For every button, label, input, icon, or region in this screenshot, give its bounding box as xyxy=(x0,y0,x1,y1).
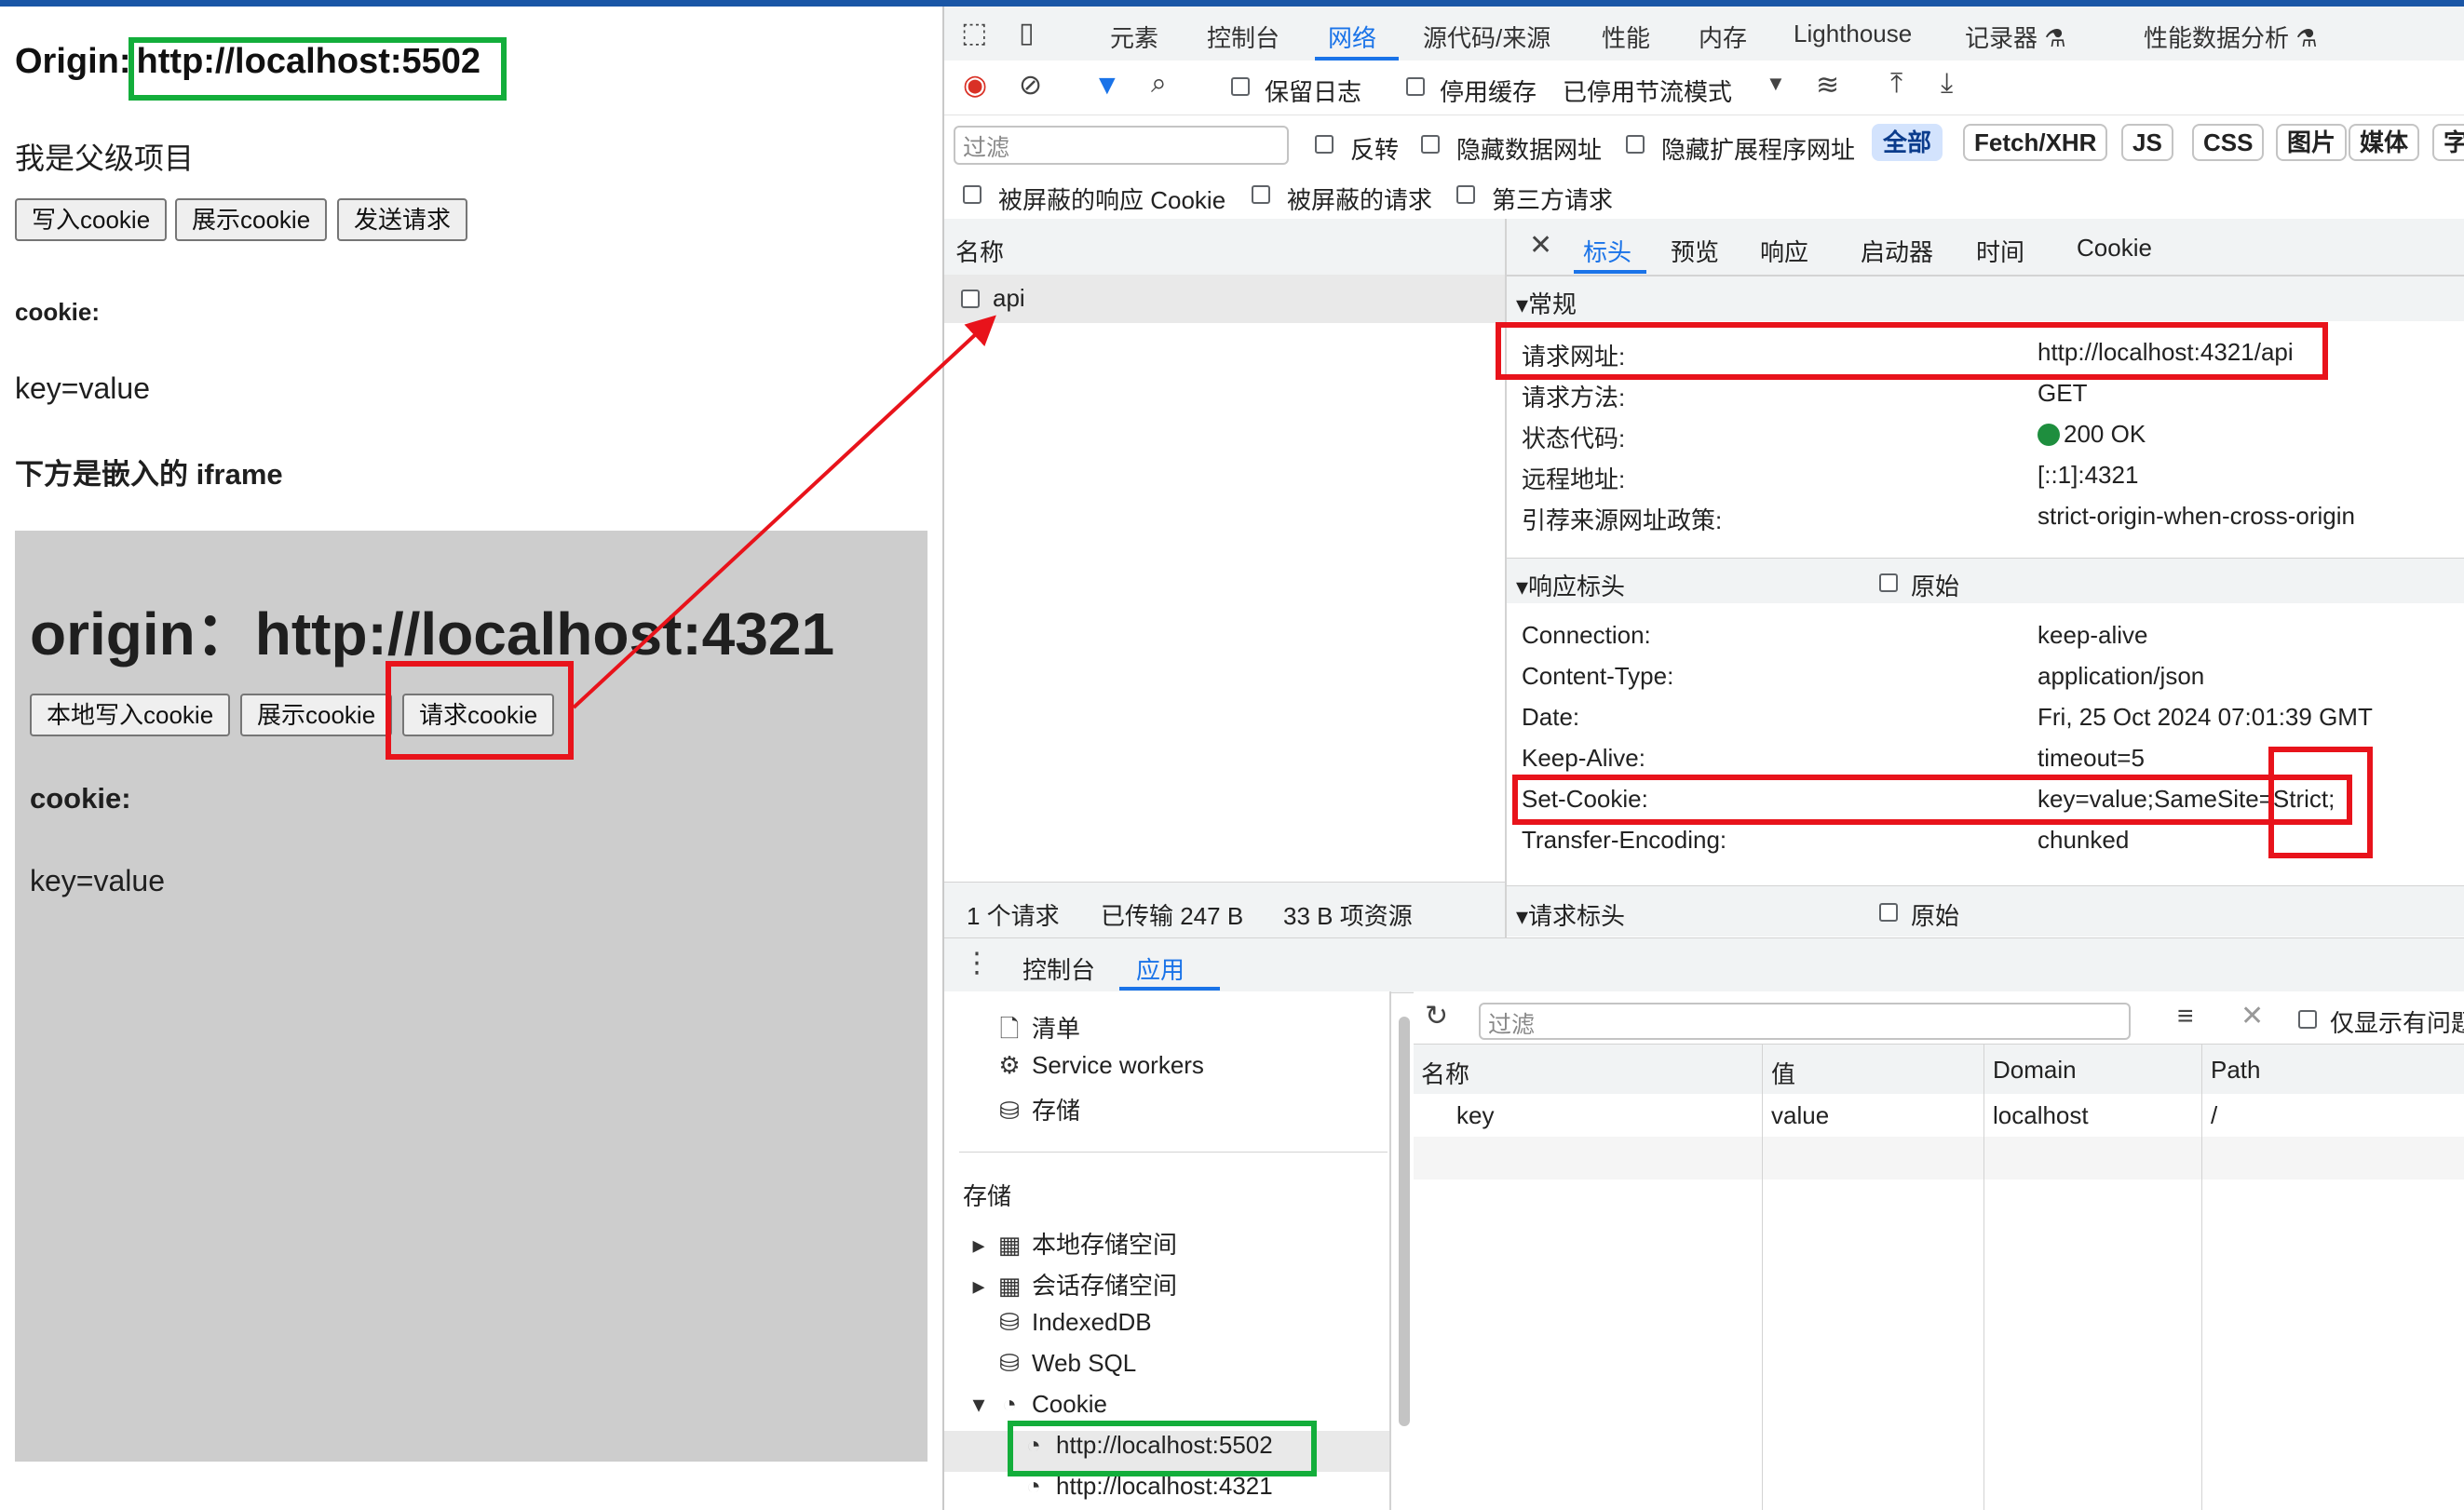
annotation-arrow xyxy=(572,315,996,709)
